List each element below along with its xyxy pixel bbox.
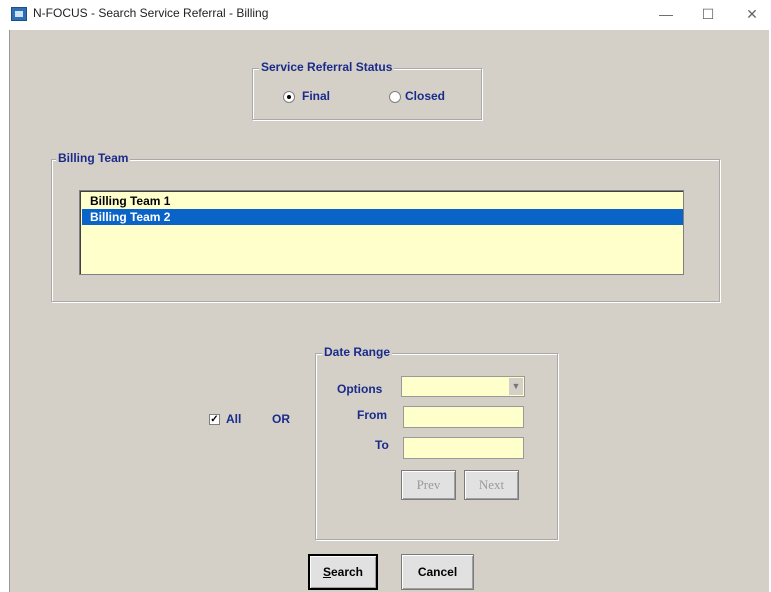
search-label: earch bbox=[330, 565, 364, 579]
close-button[interactable]: ✕ bbox=[741, 4, 763, 24]
from-date-input[interactable] bbox=[403, 406, 524, 428]
closed-radio[interactable] bbox=[389, 91, 401, 103]
service-referral-status-group: Service Referral Status Final Closed bbox=[252, 60, 482, 120]
from-label: From bbox=[357, 408, 387, 422]
window-title: N-FOCUS - Search Service Referral - Bill… bbox=[33, 6, 269, 20]
date-range-group: Date Range Options ▼ From To Prev Next bbox=[315, 345, 558, 540]
cancel-button[interactable]: Cancel bbox=[401, 554, 474, 590]
date-range-legend: Date Range bbox=[322, 345, 393, 359]
search-button[interactable]: Search bbox=[308, 554, 378, 590]
or-label: OR bbox=[272, 412, 290, 426]
search-mnemonic: S bbox=[322, 565, 331, 579]
billing-team-group: Billing Team Billing Team 1 Billing Team… bbox=[51, 151, 720, 302]
options-label: Options bbox=[337, 382, 383, 396]
service-referral-status-legend: Service Referral Status bbox=[259, 60, 395, 74]
all-label[interactable]: All bbox=[226, 412, 241, 426]
prev-button[interactable]: Prev bbox=[401, 470, 456, 500]
closed-label[interactable]: Closed bbox=[405, 89, 445, 103]
maximize-button[interactable]: ☐ bbox=[697, 4, 719, 24]
dialog-body: Service Referral Status Final Closed Bil… bbox=[9, 30, 769, 592]
final-label[interactable]: Final bbox=[302, 89, 330, 103]
title-bar: N-FOCUS - Search Service Referral - Bill… bbox=[0, 0, 771, 30]
list-item-selected[interactable]: Billing Team 2 bbox=[82, 209, 683, 225]
final-radio[interactable] bbox=[283, 91, 295, 103]
all-checkbox[interactable]: ✓ bbox=[209, 414, 220, 425]
to-date-input[interactable] bbox=[403, 437, 524, 459]
app-icon bbox=[11, 7, 27, 21]
next-button[interactable]: Next bbox=[464, 470, 519, 500]
to-label: To bbox=[375, 438, 389, 452]
billing-team-legend: Billing Team bbox=[56, 151, 131, 165]
chevron-down-icon[interactable]: ▼ bbox=[509, 378, 523, 395]
list-item[interactable]: Billing Team 1 bbox=[82, 193, 683, 209]
billing-team-list[interactable]: Billing Team 1 Billing Team 2 bbox=[79, 190, 684, 275]
minimize-button[interactable]: — bbox=[655, 4, 677, 24]
options-dropdown[interactable]: ▼ bbox=[401, 376, 525, 397]
